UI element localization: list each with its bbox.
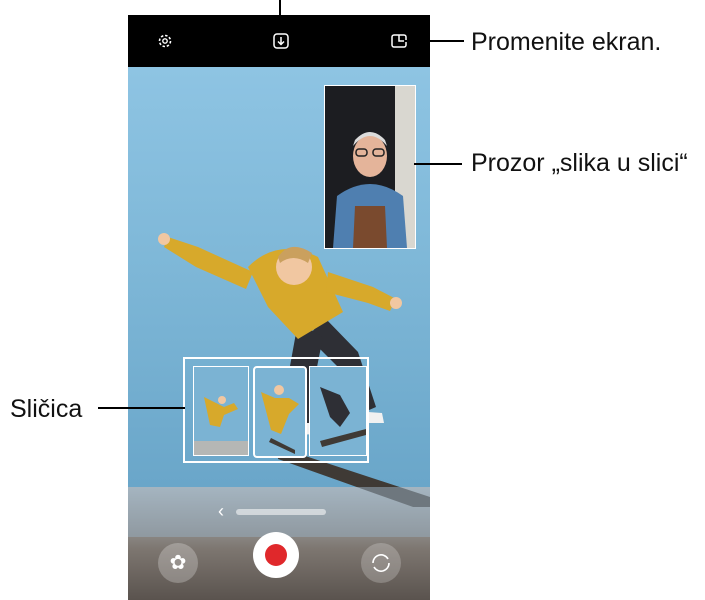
mode-label-blurred bbox=[236, 509, 326, 515]
camera-screen: ‹ ✿ bbox=[128, 15, 430, 600]
callout-pip-window: Prozor „slika u slici“ bbox=[471, 149, 688, 177]
chevron-left-icon[interactable]: ‹ bbox=[218, 501, 224, 522]
gear-icon[interactable] bbox=[156, 32, 174, 50]
record-button[interactable] bbox=[253, 532, 299, 578]
callout-line-pip bbox=[414, 163, 462, 165]
thumbnail-strip[interactable] bbox=[183, 357, 369, 463]
pip-person-image bbox=[325, 86, 415, 248]
record-icon bbox=[265, 544, 287, 566]
callout-change-screen: Promenite ekran. bbox=[471, 28, 662, 56]
switch-camera-icon[interactable] bbox=[361, 543, 401, 583]
mode-selector[interactable]: ‹ bbox=[128, 487, 430, 537]
thumbnail-2-selected[interactable] bbox=[253, 366, 307, 458]
pip-window[interactable] bbox=[324, 85, 416, 249]
callout-line-thumbnail bbox=[98, 407, 185, 409]
thumbnail-3[interactable] bbox=[309, 366, 367, 456]
flower-icon[interactable]: ✿ bbox=[158, 543, 198, 583]
thumbnail-1[interactable] bbox=[193, 366, 249, 456]
callout-thumbnail: Sličica bbox=[10, 395, 83, 423]
callout-line-change-screen bbox=[404, 40, 464, 42]
download-icon[interactable] bbox=[272, 32, 290, 50]
camera-top-bar bbox=[128, 15, 430, 67]
callout-line-save bbox=[279, 0, 281, 18]
